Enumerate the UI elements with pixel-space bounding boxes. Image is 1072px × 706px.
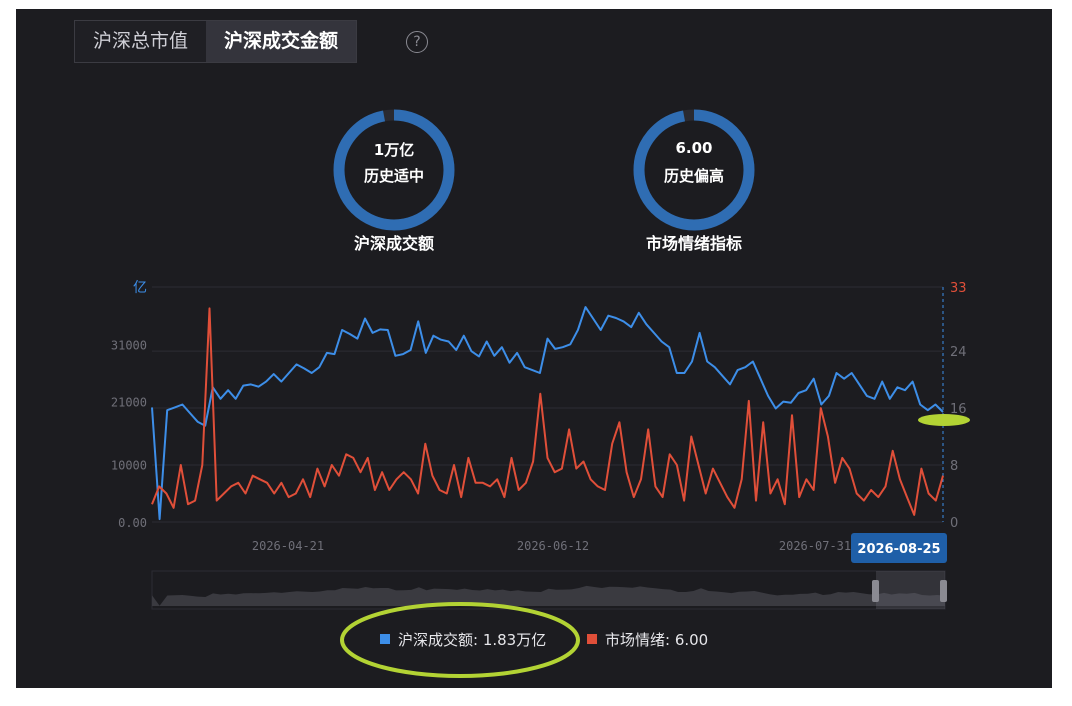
chart-panel	[16, 9, 1052, 688]
tab-turnover[interactable]: 沪深成交金额	[206, 21, 357, 62]
gauge-caption: 沪深成交额	[353, 234, 434, 253]
tab-total-market-cap[interactable]: 沪深总市值	[75, 21, 207, 62]
gauge-status: 历史适中	[363, 167, 424, 185]
tab-bar: 沪深总市值 沪深成交金额	[74, 20, 358, 63]
question-circle-icon[interactable]: ?	[406, 31, 428, 53]
gauge-caption: 市场情绪指标	[645, 234, 742, 253]
gauge-value: 6.00	[675, 139, 713, 157]
gauge-status: 历史偏高	[663, 167, 724, 185]
gauge-value: 1万亿	[373, 141, 415, 159]
gauge-sentiment: 6.00 历史偏高 市场情绪指标	[629, 105, 759, 253]
gauge-turnover: 1万亿 历史适中 沪深成交额	[329, 105, 459, 253]
